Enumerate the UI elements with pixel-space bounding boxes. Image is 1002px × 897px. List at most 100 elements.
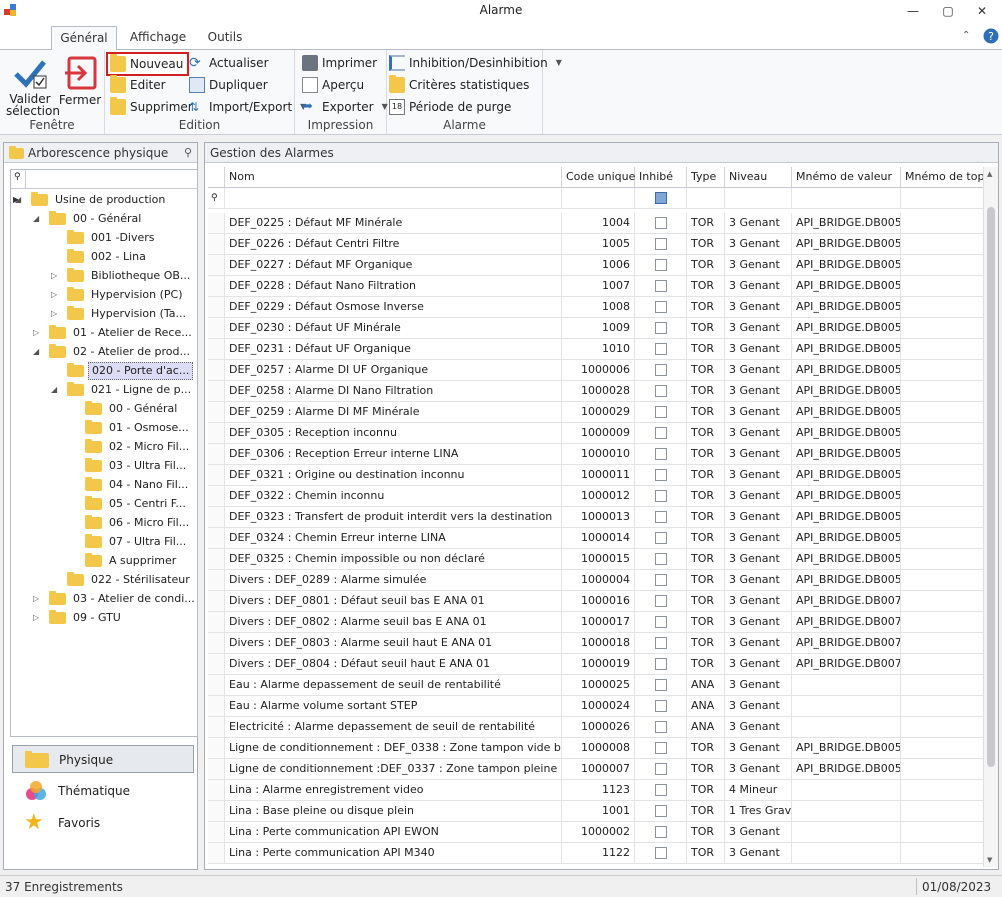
expand-arrow-icon[interactable]: ▷	[33, 589, 39, 608]
inhibe-checkbox[interactable]	[654, 595, 667, 607]
alarm-name-cell[interactable]: Electricité : Alarme depassement de seui…	[225, 717, 562, 738]
mnemo-valeur-cell[interactable]: API_BRIDGE.DB005...	[792, 528, 901, 549]
alarm-name-cell[interactable]: DEF_0305 : Reception inconnu	[225, 423, 562, 444]
tab-general[interactable]: Général	[51, 26, 117, 50]
type-cell[interactable]: TOR	[687, 255, 725, 276]
inhibe-cell[interactable]	[635, 318, 687, 339]
alarm-name-cell[interactable]: Divers : DEF_0289 : Alarme simulée	[225, 570, 562, 591]
code-cell[interactable]: 1000004	[562, 570, 635, 591]
mnemo-top-cell[interactable]	[901, 528, 984, 549]
tree-node[interactable]: ▷ 03 - Atelier de condi...	[33, 589, 197, 608]
code-cell[interactable]: 1000024	[562, 696, 635, 717]
code-cell[interactable]: 1000016	[562, 591, 635, 612]
row-header[interactable]	[208, 801, 225, 822]
code-cell[interactable]: 1000019	[562, 654, 635, 675]
collapse-arrow-icon[interactable]: ◢	[51, 380, 57, 399]
inhibe-cell[interactable]	[635, 276, 687, 297]
code-cell[interactable]: 1000014	[562, 528, 635, 549]
row-header[interactable]	[208, 675, 225, 696]
alarm-name-cell[interactable]: Eau : Alarme depassement de seuil de ren…	[225, 675, 562, 696]
inhibe-checkbox[interactable]	[654, 469, 667, 481]
row-header[interactable]	[208, 654, 225, 675]
tree-node[interactable]: ◢ 00 - Général	[33, 209, 197, 228]
mnemo-valeur-cell[interactable]: API_BRIDGE.DB005...	[792, 738, 901, 759]
row-header[interactable]	[208, 465, 225, 486]
mnemo-valeur-cell[interactable]: API_BRIDGE.DB007...	[792, 633, 901, 654]
mnemo-valeur-cell[interactable]	[792, 780, 901, 801]
code-cell[interactable]: 1000013	[562, 507, 635, 528]
scroll-down-icon[interactable]: ▼	[987, 856, 992, 864]
row-header[interactable]	[208, 780, 225, 801]
tab-affichage[interactable]: Affichage	[125, 26, 191, 50]
inhibe-cell[interactable]	[635, 675, 687, 696]
niveau-cell[interactable]: 3 Genant	[725, 633, 792, 654]
mnemo-valeur-column-header[interactable]: Mnémo de valeur	[792, 167, 901, 188]
tree-node[interactable]: A supprimer	[85, 551, 197, 570]
mnemo-top-cell[interactable]	[901, 738, 984, 759]
row-header[interactable]	[208, 234, 225, 255]
type-cell[interactable]: TOR	[687, 549, 725, 570]
expand-arrow-icon[interactable]: ▷	[33, 323, 39, 342]
type-cell[interactable]: TOR	[687, 339, 725, 360]
row-header[interactable]	[208, 591, 225, 612]
alarm-name-cell[interactable]: DEF_0306 : Reception Erreur interne LINA	[225, 444, 562, 465]
niveau-cell[interactable]: 3 Genant	[725, 381, 792, 402]
tree-node[interactable]: ▷ 01 - Atelier de Rece...	[33, 323, 197, 342]
type-cell[interactable]: TOR	[687, 507, 725, 528]
code-column-header[interactable]: Code unique	[562, 167, 635, 188]
valider-selection-button[interactable]: Valider sélection	[6, 56, 60, 117]
type-cell[interactable]: TOR	[687, 633, 725, 654]
type-cell[interactable]: TOR	[687, 570, 725, 591]
niveau-cell[interactable]: 3 Genant	[725, 507, 792, 528]
mnemo-top-cell[interactable]	[901, 801, 984, 822]
code-cell[interactable]: 1008	[562, 297, 635, 318]
type-cell[interactable]: TOR	[687, 360, 725, 381]
tab-outils[interactable]: Outils	[198, 26, 252, 50]
row-header[interactable]	[208, 759, 225, 780]
alarm-name-cell[interactable]: Ligne de conditionnement : DEF_0338 : Zo…	[225, 738, 562, 759]
niveau-cell[interactable]: 3 Genant	[725, 549, 792, 570]
inhibe-cell[interactable]	[635, 465, 687, 486]
niveau-cell[interactable]: 3 Genant	[725, 570, 792, 591]
code-cell[interactable]: 1010	[562, 339, 635, 360]
inhibe-checkbox[interactable]	[654, 301, 667, 313]
alarm-name-cell[interactable]: Ligne de conditionnement :DEF_0337 : Zon…	[225, 759, 562, 780]
inhibe-checkbox[interactable]	[654, 532, 667, 544]
code-cell[interactable]: 1122	[562, 843, 635, 864]
collapse-arrow-icon[interactable]: ◢	[15, 190, 21, 209]
alarm-name-cell[interactable]: DEF_0228 : Défaut Nano Filtration	[225, 276, 562, 297]
type-cell[interactable]: TOR	[687, 444, 725, 465]
niveau-cell[interactable]: 3 Genant	[725, 213, 792, 234]
row-header[interactable]	[208, 402, 225, 423]
inhibe-cell[interactable]	[635, 654, 687, 675]
filter-checkbox[interactable]	[654, 192, 667, 204]
inhibe-checkbox[interactable]	[654, 826, 667, 838]
inhibe-cell[interactable]	[635, 486, 687, 507]
mnemo-valeur-cell[interactable]: API_BRIDGE.DB005...	[792, 570, 901, 591]
niveau-cell[interactable]: 3 Genant	[725, 402, 792, 423]
alarm-name-cell[interactable]: DEF_0322 : Chemin inconnu	[225, 486, 562, 507]
inhibe-checkbox[interactable]	[654, 511, 667, 523]
niveau-cell[interactable]: 3 Genant	[725, 654, 792, 675]
niveau-cell[interactable]: 3 Genant	[725, 675, 792, 696]
inhibe-cell[interactable]	[635, 234, 687, 255]
type-cell[interactable]: TOR	[687, 759, 725, 780]
inhibe-cell[interactable]	[635, 822, 687, 843]
tree-node[interactable]: 001 -Divers	[67, 228, 197, 247]
mnemo-valeur-cell[interactable]: API_BRIDGE.DB005...	[792, 423, 901, 444]
mnemo-valeur-cell[interactable]: API_BRIDGE.DB005...	[792, 465, 901, 486]
alarm-name-cell[interactable]: DEF_0226 : Défaut Centri Filtre	[225, 234, 562, 255]
inhibe-cell[interactable]	[635, 801, 687, 822]
filter-cell[interactable]	[792, 188, 901, 209]
purge-button[interactable]: 18 Période de purge	[389, 97, 511, 117]
scrollbar-thumb[interactable]	[987, 207, 995, 767]
type-cell[interactable]: TOR	[687, 738, 725, 759]
mnemo-valeur-cell[interactable]	[792, 801, 901, 822]
alarm-name-cell[interactable]: DEF_0258 : Alarme DI Nano Filtration	[225, 381, 562, 402]
actualiser-button[interactable]: ⟳ Actualiser	[189, 53, 269, 73]
alarm-name-cell[interactable]: DEF_0225 : Défaut MF Minérale	[225, 213, 562, 234]
row-header[interactable]	[208, 213, 225, 234]
mnemo-valeur-cell[interactable]: API_BRIDGE.DB005...	[792, 276, 901, 297]
row-header[interactable]	[208, 255, 225, 276]
scroll-up-icon[interactable]: ▲	[987, 170, 992, 178]
